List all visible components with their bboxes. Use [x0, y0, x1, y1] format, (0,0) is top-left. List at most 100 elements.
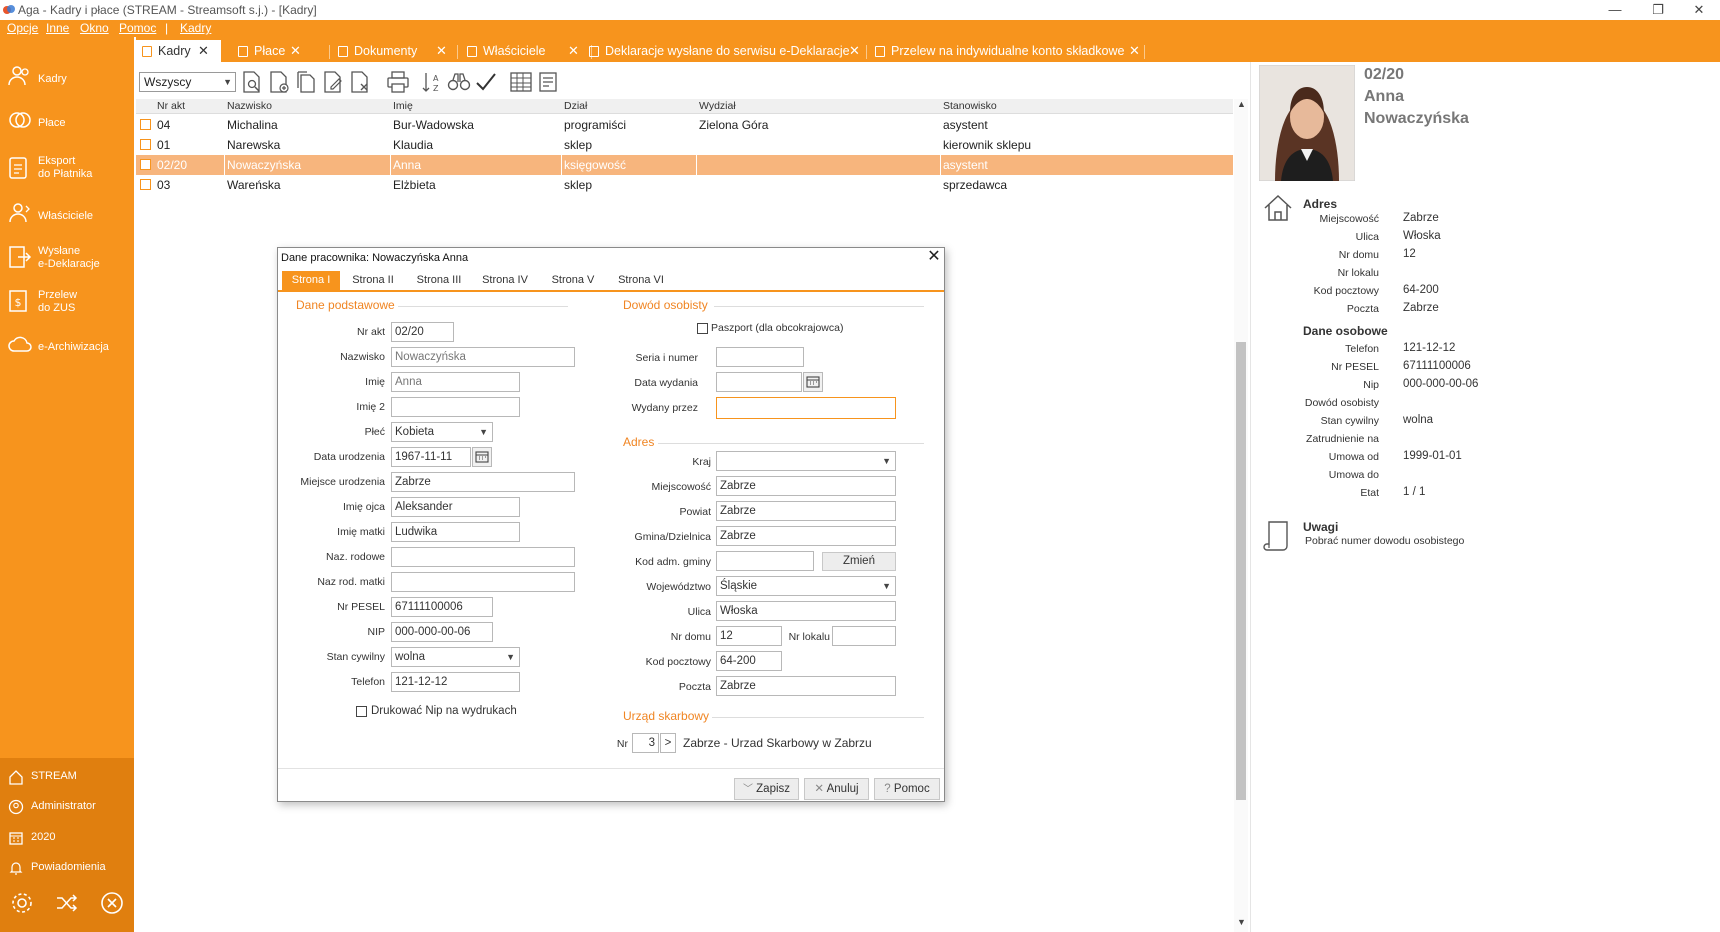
menu-kadry[interactable]: Kadry: [180, 21, 211, 35]
tab-close-icon[interactable]: ✕: [849, 40, 860, 62]
menu-okno[interactable]: Okno: [80, 21, 109, 35]
tab-close-icon[interactable]: ✕: [198, 40, 209, 62]
tab-deklaracje[interactable]: Deklaracje wysłane do serwisu e-Deklarac…: [583, 40, 868, 62]
data-urodzenia-input[interactable]: 1967-11-11: [391, 447, 471, 467]
print-nip-checkbox[interactable]: [356, 706, 367, 717]
menu-inne[interactable]: Inne: [46, 21, 69, 35]
table-row[interactable]: 04 Michalina Bur-Wadowska programiści Zi…: [136, 115, 1233, 135]
sidebar-item-wyslane[interactable]: Wysłane e-Deklaracje: [0, 238, 134, 278]
kraj-select[interactable]: ▼: [716, 451, 896, 471]
data-wydania-input[interactable]: [716, 372, 802, 392]
sidebar-item-przelew[interactable]: $ Przelew do ZUS: [0, 282, 134, 322]
nazwisko-input[interactable]: Nowaczyńska: [391, 347, 575, 367]
add-document-icon[interactable]: [267, 71, 291, 93]
preview-document-icon[interactable]: [240, 71, 264, 93]
tab-close-icon[interactable]: ✕: [568, 40, 579, 62]
sidebar-item-kadry[interactable]: Kadry: [0, 61, 134, 95]
imie2-input[interactable]: [391, 397, 520, 417]
sidebar-item-eksport[interactable]: Eksport do Płatnika: [0, 149, 134, 189]
tab-kadry[interactable]: Kadry ✕: [136, 40, 221, 62]
change-gmina-button[interactable]: Zmień: [822, 552, 896, 571]
stan-cywilny-select[interactable]: wolna ▼: [391, 647, 520, 667]
nr-lokalu-input[interactable]: [832, 626, 896, 646]
list-settings-icon[interactable]: [536, 71, 560, 93]
sidebar-footer-notifications[interactable]: Powiadomienia: [0, 854, 134, 882]
column-header-nr-akt[interactable]: Nr akt: [157, 100, 185, 112]
scroll-up-icon[interactable]: ▲: [1237, 99, 1246, 109]
nr-domu-input[interactable]: 12: [716, 626, 782, 646]
row-checkbox[interactable]: [140, 139, 151, 150]
tax-office-next-button[interactable]: >: [660, 733, 676, 753]
kod-gminy-input[interactable]: [716, 551, 814, 571]
nr-akt-input[interactable]: 02/20: [391, 322, 454, 342]
close-window-button[interactable]: ✕: [1676, 0, 1720, 20]
scroll-down-icon[interactable]: ▼: [1237, 917, 1246, 927]
imie-input[interactable]: Anna: [391, 372, 520, 392]
table-row-selected[interactable]: 02/20 Nowaczyńska Anna księgowość asyste…: [136, 155, 1233, 175]
date-picker-button[interactable]: [803, 372, 823, 392]
dialog-tab-strona-6[interactable]: Strona VI: [608, 271, 674, 290]
copy-document-icon[interactable]: [294, 71, 318, 93]
cancel-button[interactable]: ✕ Anuluj: [804, 778, 869, 800]
check-icon[interactable]: [474, 71, 498, 93]
miejscowosc-input[interactable]: Zabrze: [716, 476, 896, 496]
column-header-stanowisko[interactable]: Stanowisko: [943, 100, 997, 112]
binoculars-search-icon[interactable]: [447, 71, 471, 93]
save-button[interactable]: ﹀ Zapisz: [734, 778, 799, 800]
tab-wlasciciele[interactable]: Właściciele ✕: [461, 40, 587, 62]
menu-opcje[interactable]: Opcje: [7, 21, 38, 35]
settings-gear-icon[interactable]: [10, 891, 34, 915]
row-checkbox[interactable]: [140, 119, 151, 130]
kod-pocztowy-input[interactable]: 64-200: [716, 651, 782, 671]
tab-close-icon[interactable]: ✕: [1129, 40, 1140, 62]
tab-dokumenty[interactable]: Dokumenty ✕: [332, 40, 452, 62]
seria-numer-input[interactable]: [716, 347, 804, 367]
edit-document-icon[interactable]: [321, 71, 345, 93]
minimize-button[interactable]: —: [1592, 0, 1638, 20]
dialog-tab-strona-4[interactable]: Strona IV: [472, 271, 538, 290]
ulica-input[interactable]: Włoska: [716, 601, 896, 621]
dialog-tab-strona-3[interactable]: Strona III: [406, 271, 472, 290]
wydany-przez-input[interactable]: [716, 397, 896, 419]
sidebar-footer-stream[interactable]: STREAM: [0, 763, 134, 791]
tab-przelew[interactable]: Przelew na indywidualne konto składkowe …: [869, 40, 1149, 62]
miejsce-urodzenia-input[interactable]: Zabrze: [391, 472, 575, 492]
imie-ojca-input[interactable]: Aleksander: [391, 497, 520, 517]
table-row[interactable]: 01 Narewska Klaudia sklep kierownik skle…: [136, 135, 1233, 155]
sidebar-footer-admin[interactable]: Administrator: [0, 793, 134, 821]
scrollbar-thumb[interactable]: [1236, 342, 1246, 800]
exit-icon[interactable]: [100, 891, 124, 915]
date-picker-button[interactable]: [472, 447, 492, 467]
imie-matki-input[interactable]: Ludwika: [391, 522, 520, 542]
tab-close-icon[interactable]: ✕: [436, 40, 447, 62]
dialog-close-icon[interactable]: ✕: [924, 248, 944, 268]
column-header-wydzial[interactable]: Wydział: [699, 100, 736, 112]
poczta-input[interactable]: Zabrze: [716, 676, 896, 696]
pesel-input[interactable]: 67111100006: [391, 597, 493, 617]
passport-checkbox[interactable]: [697, 323, 708, 334]
dialog-tab-strona-1[interactable]: Strona I: [282, 271, 340, 290]
nip-input[interactable]: 000-000-00-06: [391, 622, 493, 642]
tab-close-icon[interactable]: ✕: [290, 40, 301, 62]
restore-button[interactable]: ❐: [1635, 0, 1681, 20]
wojewodztwo-select[interactable]: Śląskie ▼: [716, 576, 896, 596]
row-checkbox[interactable]: [140, 159, 151, 170]
plec-select[interactable]: Kobieta ▼: [391, 422, 493, 442]
powiat-input[interactable]: Zabrze: [716, 501, 896, 521]
employee-filter-select[interactable]: Wszyscy ▼: [139, 72, 236, 92]
gmina-input[interactable]: Zabrze: [716, 526, 896, 546]
sidebar-item-earchiwizacja[interactable]: e-Archiwizacja: [0, 329, 134, 363]
column-header-nazwisko[interactable]: Nazwisko: [227, 100, 272, 112]
row-checkbox[interactable]: [140, 179, 151, 190]
column-header-dzial[interactable]: Dział: [564, 100, 587, 112]
table-row[interactable]: 03 Wareńska Elżbieta sklep sprzedawca: [136, 175, 1233, 195]
column-header-imie[interactable]: Imię: [393, 100, 413, 112]
tax-office-nr-input[interactable]: 3: [632, 733, 659, 753]
grid-columns-icon[interactable]: [509, 71, 533, 93]
dialog-tab-strona-2[interactable]: Strona II: [340, 271, 406, 290]
nazwisko-rodowe-input[interactable]: [391, 547, 575, 567]
help-button[interactable]: ? Pomoc: [874, 778, 940, 800]
sidebar-footer-year[interactable]: 2020: [0, 824, 134, 852]
menu-pomoc[interactable]: Pomoc: [119, 21, 156, 35]
telefon-input[interactable]: 121-12-12: [391, 672, 520, 692]
